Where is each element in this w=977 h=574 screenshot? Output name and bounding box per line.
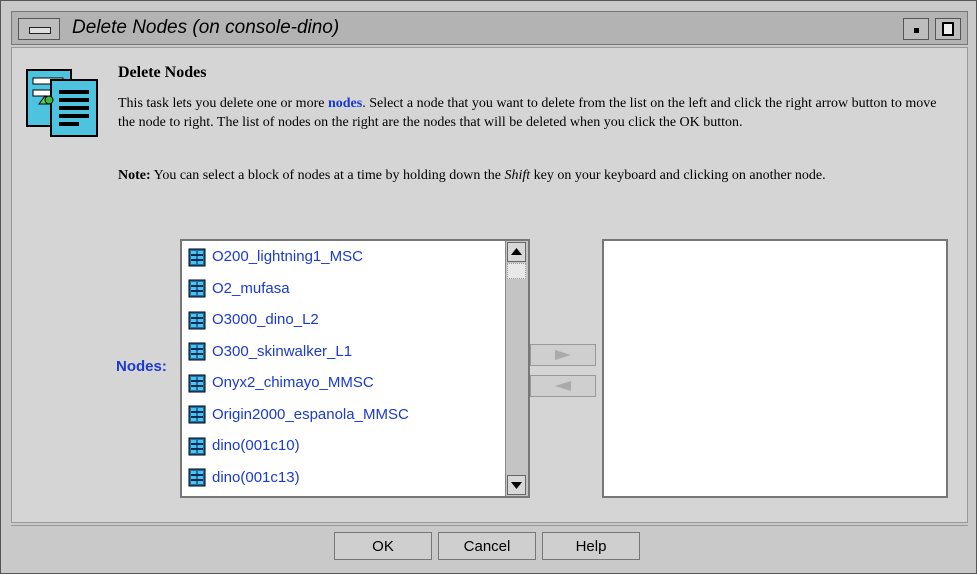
move-left-button[interactable]: [530, 375, 596, 397]
node-list-item[interactable]: O200_lightning1_MSC: [182, 241, 504, 273]
task-heading: Delete Nodes: [118, 64, 207, 81]
minimize-button[interactable]: [903, 18, 929, 40]
scroll-down-icon: [511, 482, 522, 489]
nodes-link[interactable]: nodes: [328, 96, 362, 111]
note-text-end: key on your keyboard and clicking on ano…: [530, 168, 826, 183]
node-name: O300_skinwalker_L1: [212, 342, 353, 360]
nodes-label: Nodes:: [116, 358, 167, 375]
description-text-start: This task lets you delete one or more: [118, 96, 328, 111]
node-name: Origin2000_espanola_MMSC: [212, 405, 409, 423]
delete-nodes-task-icon: [26, 69, 98, 137]
maximize-button[interactable]: [935, 18, 961, 40]
help-button[interactable]: Help: [542, 532, 640, 560]
note-text-start: You can select a block of nodes at a tim…: [150, 168, 505, 183]
cancel-button[interactable]: Cancel: [438, 532, 536, 560]
nodes-to-delete-list[interactable]: [602, 239, 948, 498]
content-panel: Delete Nodes This task lets you delete o…: [11, 47, 968, 523]
node-name: O2_mufasa: [212, 279, 290, 297]
node-name: Onyx2_chimayo_MMSC: [212, 374, 374, 392]
window-menu-icon: [29, 27, 51, 34]
node-list-scrollbar[interactable]: [505, 241, 528, 496]
node-name: O200_lightning1_MSC: [212, 248, 363, 266]
scroll-down-button[interactable]: [507, 475, 526, 495]
window-title: Delete Nodes (on console-dino): [72, 17, 340, 38]
button-bar: OK Cancel Help: [11, 525, 968, 566]
node-icon: [188, 342, 206, 361]
node-name: O3000_dino_L2: [212, 311, 319, 329]
task-note: Note: You can select a block of nodes at…: [118, 166, 938, 185]
node-icon: [188, 468, 206, 487]
scroll-thumb[interactable]: [507, 263, 526, 279]
window-menu-button[interactable]: [18, 18, 60, 40]
node-list-items: O200_lightning1_MSC O2_mufasa O3000_dino_L…: [182, 241, 504, 493]
node-list-item[interactable]: O3000_dino_L2: [182, 304, 504, 336]
maximize-icon: [942, 22, 954, 36]
title-bar[interactable]: Delete Nodes (on console-dino): [11, 11, 968, 45]
node-list-item[interactable]: dino(001c10): [182, 430, 504, 462]
node-list-item[interactable]: O300_skinwalker_L1: [182, 336, 504, 368]
node-icon: [188, 374, 206, 393]
node-name: dino(001c10): [212, 437, 300, 455]
shift-key-text: Shift: [504, 168, 531, 183]
node-list-item[interactable]: O2_mufasa: [182, 273, 504, 305]
delete-nodes-window: Delete Nodes (on console-dino) Delete No…: [0, 0, 977, 574]
node-icon: [188, 405, 206, 424]
node-icon: [188, 279, 206, 298]
node-list-item[interactable]: Origin2000_espanola_MMSC: [182, 399, 504, 431]
scroll-up-icon: [511, 248, 522, 255]
node-name: dino(001c13): [212, 468, 300, 486]
scroll-up-button[interactable]: [507, 242, 526, 262]
node-icon: [188, 248, 206, 267]
node-icon: [188, 437, 206, 456]
note-label: Note:: [118, 168, 151, 183]
move-right-button[interactable]: [530, 344, 596, 366]
node-list-item[interactable]: Onyx2_chimayo_MMSC: [182, 367, 504, 399]
node-icon: [188, 311, 206, 330]
task-description: This task lets you delete one or more no…: [118, 94, 938, 132]
ok-button[interactable]: OK: [334, 532, 432, 560]
available-nodes-list[interactable]: O200_lightning1_MSC O2_mufasa O3000_dino_L…: [180, 239, 530, 498]
node-list-item[interactable]: dino(001c13): [182, 462, 504, 494]
left-arrow-icon: [555, 381, 571, 391]
right-arrow-icon: [555, 350, 571, 360]
minimize-icon: [914, 28, 919, 33]
